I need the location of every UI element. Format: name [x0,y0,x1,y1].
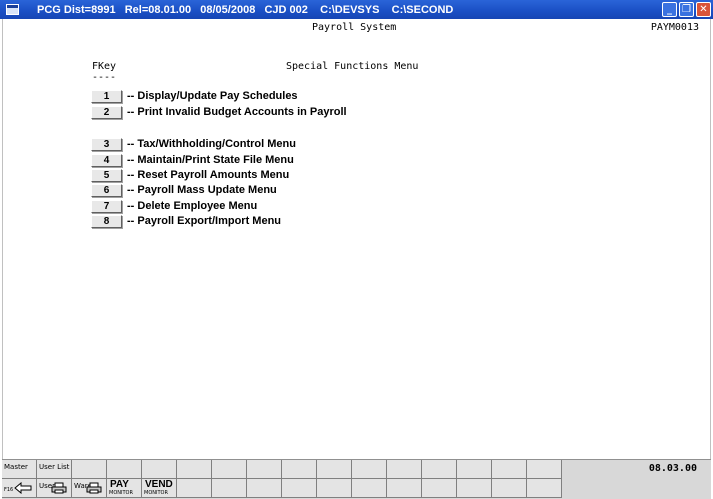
menu-item-1: 1 -- Display/Update Pay Schedules [91,89,298,103]
fkey-button-8[interactable]: 8 [91,214,122,228]
fkey-slot[interactable] [212,479,247,498]
screen-id: PAYM0013 [650,22,699,33]
menu-title: Special Functions Menu [286,61,419,72]
fkey-slot[interactable] [282,460,317,479]
menu-item-label: -- Reset Payroll Amounts Menu [127,169,290,181]
printer-icon [86,482,102,494]
menu-item-4: 4 -- Maintain/Print State File Menu [91,153,294,167]
menu-item-label: -- Payroll Export/Import Menu [127,215,282,227]
fkey-slot[interactable] [457,460,492,479]
fkey-slot[interactable] [352,460,387,479]
menu-item-label: -- Maintain/Print State File Menu [127,154,294,166]
menu-item-6: 6 -- Payroll Mass Update Menu [91,183,277,197]
fkey-slot[interactable] [247,479,282,498]
system-title: Payroll System [312,22,397,33]
fkey-button-5[interactable]: 5 [91,168,122,182]
menu-item-label: -- Print Invalid Budget Accounts in Payr… [127,106,347,118]
fkey-slot[interactable] [527,460,562,479]
menu-item-3: 3 -- Tax/Withholding/Control Menu [91,137,296,151]
window-title: PCG Dist=8991 Rel=08.01.00 08/05/2008 CJ… [37,3,454,16]
app-window-icon[interactable] [6,4,19,15]
terminal-screen: Payroll System PAYM0013 FKey ---- Specia… [2,19,711,459]
fkey-button-3[interactable]: 3 [91,137,122,151]
printer-icon [51,482,67,494]
menu-item-label: -- Tax/Withholding/Control Menu [127,138,296,150]
fkey-slot[interactable] [527,479,562,498]
master-label: Master [4,463,28,471]
fkey-slot[interactable] [352,479,387,498]
fkey-slot[interactable] [282,479,317,498]
fkey-slot[interactable] [457,479,492,498]
window-controls: _ ❐ ✕ [662,2,711,17]
menu-item-5: 5 -- Reset Payroll Amounts Menu [91,168,289,182]
fkey-slot[interactable] [492,460,527,479]
user-print-button[interactable]: User [37,479,72,498]
ware-print-button[interactable]: Ware [72,479,107,498]
fkey-slot[interactable] [422,460,457,479]
pay-monitor-button[interactable]: PAY MONITOR [107,479,142,498]
fkey-slot[interactable] [107,460,142,479]
fkey-slot[interactable] [72,460,107,479]
function-key-bar: Master User List F16 User Ware PAY MONIT… [2,459,711,499]
close-icon[interactable]: ✕ [696,2,711,17]
fkey-slot[interactable] [317,479,352,498]
vend-monitor-button[interactable]: VEND MONITOR [142,479,177,498]
fkey-button-6[interactable]: 6 [91,183,122,197]
fkey-slot[interactable] [247,460,282,479]
vend-monitor-sub: MONITOR [144,490,168,496]
back-arrow-icon [14,482,32,494]
function-key-grid: Master User List F16 User Ware PAY MONIT… [2,460,562,498]
menu-item-8: 8 -- Payroll Export/Import Menu [91,214,281,228]
fkey-slot[interactable] [177,460,212,479]
fkey-slot[interactable] [177,479,212,498]
vend-monitor-label: VEND [145,479,173,490]
fkey-slot[interactable] [422,479,457,498]
maximize-icon[interactable]: ❐ [679,2,694,17]
fkey-button-4[interactable]: 4 [91,153,122,167]
fkey-button-1[interactable]: 1 [91,89,122,103]
pay-monitor-label: PAY [110,479,129,490]
fkey-column-header: FKey [92,61,117,72]
menu-item-2: 2 -- Print Invalid Budget Accounts in Pa… [91,105,347,119]
menu-item-label: -- Delete Employee Menu [127,200,258,212]
fkey-button-2[interactable]: 2 [91,105,122,119]
fkey-slot[interactable] [387,460,422,479]
minimize-icon[interactable]: _ [662,2,677,17]
fkey-slot[interactable] [317,460,352,479]
fkey-slot[interactable] [142,460,177,479]
user-list-label: User List [39,463,70,471]
back-button[interactable]: F16 [2,479,37,498]
menu-item-label: -- Payroll Mass Update Menu [127,184,277,196]
menu-item-label: -- Display/Update Pay Schedules [127,90,298,102]
menu-item-7: 7 -- Delete Employee Menu [91,199,257,213]
pay-monitor-sub: MONITOR [109,490,133,496]
user-list-button[interactable]: User List [37,460,72,479]
fkey-slot[interactable] [492,479,527,498]
version-number: 08.03.00 [648,463,697,474]
title-bar: PCG Dist=8991 Rel=08.01.00 08/05/2008 CJ… [0,0,713,19]
fkey-button-7[interactable]: 7 [91,199,122,213]
fkey-slot[interactable] [212,460,247,479]
f16-label: F16 [4,487,14,493]
fkey-header-underline: ---- [92,72,117,83]
master-button[interactable]: Master [2,460,37,479]
fkey-slot[interactable] [387,479,422,498]
